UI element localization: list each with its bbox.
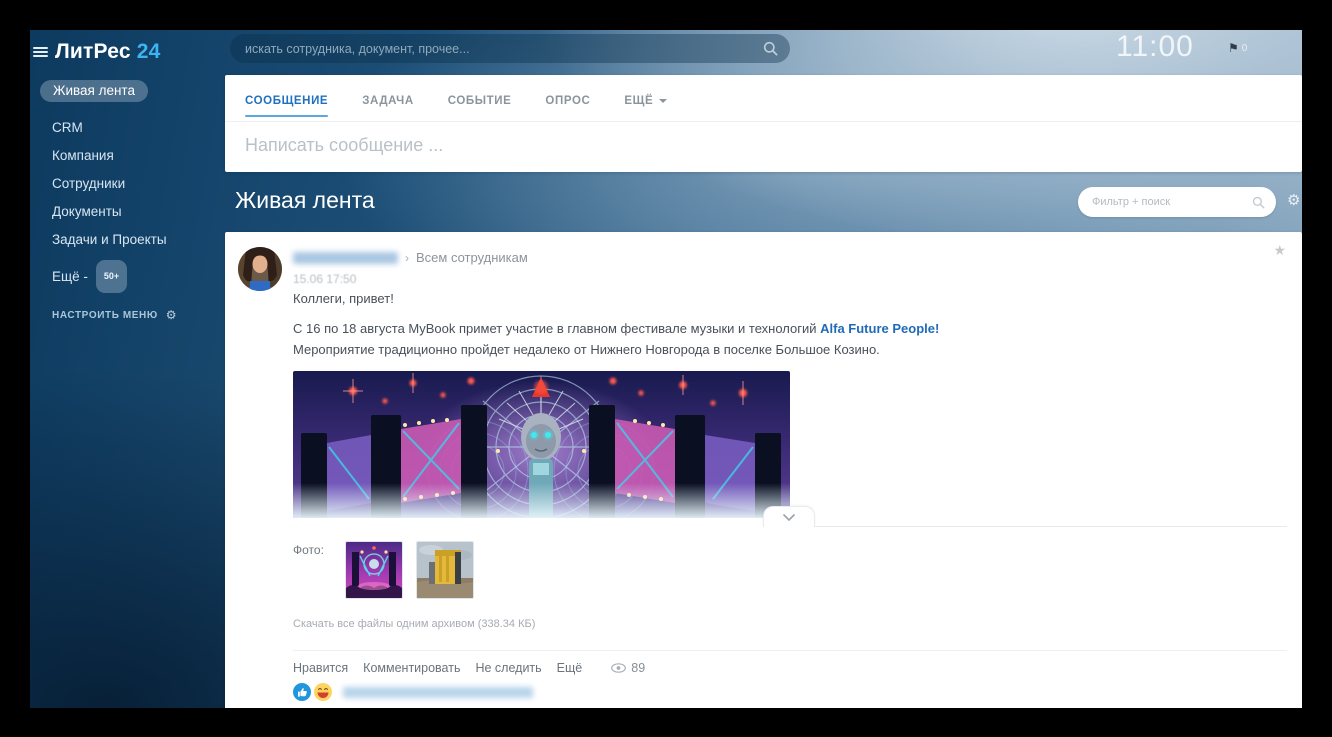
laugh-reaction-icon[interactable] — [314, 683, 332, 701]
post-actions: Нравится Комментировать Не следить Ещё 8… — [293, 661, 645, 675]
festival-stage-image[interactable] — [293, 371, 790, 518]
alfa-future-people-link[interactable]: Alfa Future People! — [820, 321, 939, 336]
author-name-blurred[interactable] — [293, 252, 398, 264]
post-greeting: Коллеги, привет! — [293, 291, 394, 306]
filter-search-icon[interactable] — [1252, 196, 1265, 209]
view-count: 89 — [631, 661, 645, 675]
sidebar-item-company[interactable]: Компания — [30, 142, 225, 170]
sidebar-item-more[interactable]: Ещё - 50+ — [30, 260, 225, 293]
post-header: › Всем сотрудникам — [293, 250, 528, 265]
gear-icon: ⚙ — [166, 308, 177, 322]
clock[interactable]: 11:00 — [1116, 30, 1194, 64]
message-composer-input[interactable]: Написать сообщение ... — [225, 122, 1302, 169]
photo-attachments: Фото: — [293, 541, 487, 599]
feed-header: Живая лента ⚙ — [225, 180, 1302, 228]
like-button[interactable]: Нравится — [293, 661, 348, 675]
chevron-down-icon — [659, 99, 667, 103]
post-recipient[interactable]: Всем сотрудникам — [416, 250, 528, 265]
tab-task[interactable]: ЗАДАЧА — [362, 81, 414, 121]
composer-tabs: СООБЩЕНИЕ ЗАДАЧА СОБЫТИЕ ОПРОС ЕЩЁ — [225, 75, 1302, 122]
post-expander — [763, 506, 1287, 528]
configure-menu-button[interactable]: НАСТРОИТЬ МЕНЮ ⚙ — [52, 308, 177, 322]
tab-poll[interactable]: ОПРОС — [545, 81, 590, 121]
sidebar-nav: Живая лента CRM Компания Сотрудники Доку… — [30, 80, 225, 293]
photo-thumbnail-stage[interactable] — [345, 541, 403, 599]
divider — [815, 526, 1287, 527]
tab-more[interactable]: ЕЩЁ — [624, 81, 667, 121]
more-count-badge: 50+ — [96, 260, 127, 293]
sidebar-item-live-feed[interactable]: Живая лента — [40, 80, 148, 102]
global-search-input[interactable] — [230, 42, 763, 56]
global-search[interactable] — [230, 34, 790, 63]
notification-count: 0 — [1242, 43, 1248, 54]
notifications-flag[interactable]: ⚑ 0 — [1228, 41, 1247, 55]
search-icon[interactable] — [763, 41, 778, 56]
unfollow-button[interactable]: Не следить — [475, 661, 541, 675]
tab-event[interactable]: СОБЫТИЕ — [448, 81, 512, 121]
download-archive-link[interactable]: Скачать все файлы одним архивом (338.34 … — [293, 618, 535, 630]
app-window: ЛитРес 24 Живая лента CRM Компания Сотру… — [30, 30, 1302, 708]
favorite-star-icon[interactable]: ★ — [1273, 242, 1286, 259]
more-actions-button[interactable]: Ещё — [557, 661, 583, 675]
tab-message[interactable]: СООБЩЕНИЕ — [245, 81, 328, 121]
logo-suffix: 24 — [137, 40, 161, 63]
logo-brand: ЛитРес — [55, 40, 131, 63]
app-logo[interactable]: ЛитРес 24 — [55, 40, 161, 64]
feed-post: ★ › Всем сотрудникам 15.06 17:50 — [225, 232, 1302, 708]
configure-menu-label: НАСТРОИТЬ МЕНЮ — [52, 310, 158, 321]
reactions-row — [293, 683, 533, 701]
feed-filter-input[interactable] — [1078, 196, 1252, 208]
screen-frame: ЛитРес 24 Живая лента CRM Компания Сотру… — [0, 0, 1332, 737]
sidebar-item-documents[interactable]: Документы — [30, 198, 225, 226]
feed-filter-search[interactable] — [1078, 187, 1276, 217]
reactors-names-blurred[interactable] — [343, 687, 533, 698]
tab-more-label: ЕЩЁ — [624, 95, 653, 107]
flag-icon: ⚑ — [1228, 41, 1239, 55]
post-timestamp[interactable]: 15.06 17:50 — [293, 272, 356, 286]
divider — [293, 650, 1287, 651]
avatar-image — [238, 247, 282, 291]
post-body-text-after: Мероприятие традиционно пройдет недалеко… — [293, 342, 880, 357]
post-body: С 16 по 18 августа MyBook примет участие… — [293, 318, 998, 360]
logo-row: ЛитРес 24 — [33, 40, 161, 64]
composer-card: СООБЩЕНИЕ ЗАДАЧА СОБЫТИЕ ОПРОС ЕЩЁ Напис… — [225, 75, 1302, 172]
collapse-post-button[interactable] — [763, 506, 815, 527]
like-reaction-icon[interactable] — [293, 683, 311, 701]
sidebar-more-label: Ещё - — [52, 263, 88, 291]
post-body-text-before: С 16 по 18 августа MyBook примет участие… — [293, 321, 820, 336]
page-title: Живая лента — [235, 187, 375, 214]
feed-settings-gear-icon[interactable]: ⚙ — [1287, 191, 1300, 209]
view-counter: 89 — [611, 661, 645, 675]
chevron-down-icon — [783, 514, 795, 521]
breadcrumb-arrow: › — [405, 251, 409, 265]
photos-label: Фото: — [293, 541, 324, 599]
hamburger-menu-icon[interactable] — [33, 45, 48, 59]
sidebar-menu: CRM Компания Сотрудники Документы Задачи… — [30, 114, 225, 293]
sidebar-item-tasks-projects[interactable]: Задачи и Проекты — [30, 226, 225, 254]
author-avatar[interactable] — [238, 247, 282, 291]
sidebar-item-crm[interactable]: CRM — [30, 114, 225, 142]
comment-button[interactable]: Комментировать — [363, 661, 460, 675]
sidebar-item-employees[interactable]: Сотрудники — [30, 170, 225, 198]
eye-icon — [611, 663, 626, 673]
sidebar: ЛитРес 24 Живая лента CRM Компания Сотру… — [30, 30, 225, 708]
photo-thumbnail-building[interactable] — [416, 541, 474, 599]
